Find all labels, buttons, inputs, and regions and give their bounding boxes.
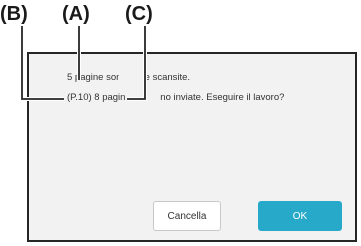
callout-c-label: (C) [125, 3, 153, 25]
confirmation-dialog: 5 pagine sono state scansite. (P.10) 8 p… [27, 52, 357, 242]
callout-a-label: (A) [62, 3, 90, 25]
send-confirmation-message: (P.10) 8 pagine verranno inviate. Esegui… [67, 92, 285, 103]
scanned-pages-message: 5 pagine sono state scansite. [67, 72, 191, 83]
callout-b-label: (B) [0, 3, 28, 25]
ok-button[interactable]: OK [258, 201, 342, 231]
illustration: (B) (A) (C) 5 pagine sono state scansite… [0, 0, 361, 246]
cancel-button[interactable]: Cancella [153, 201, 221, 231]
